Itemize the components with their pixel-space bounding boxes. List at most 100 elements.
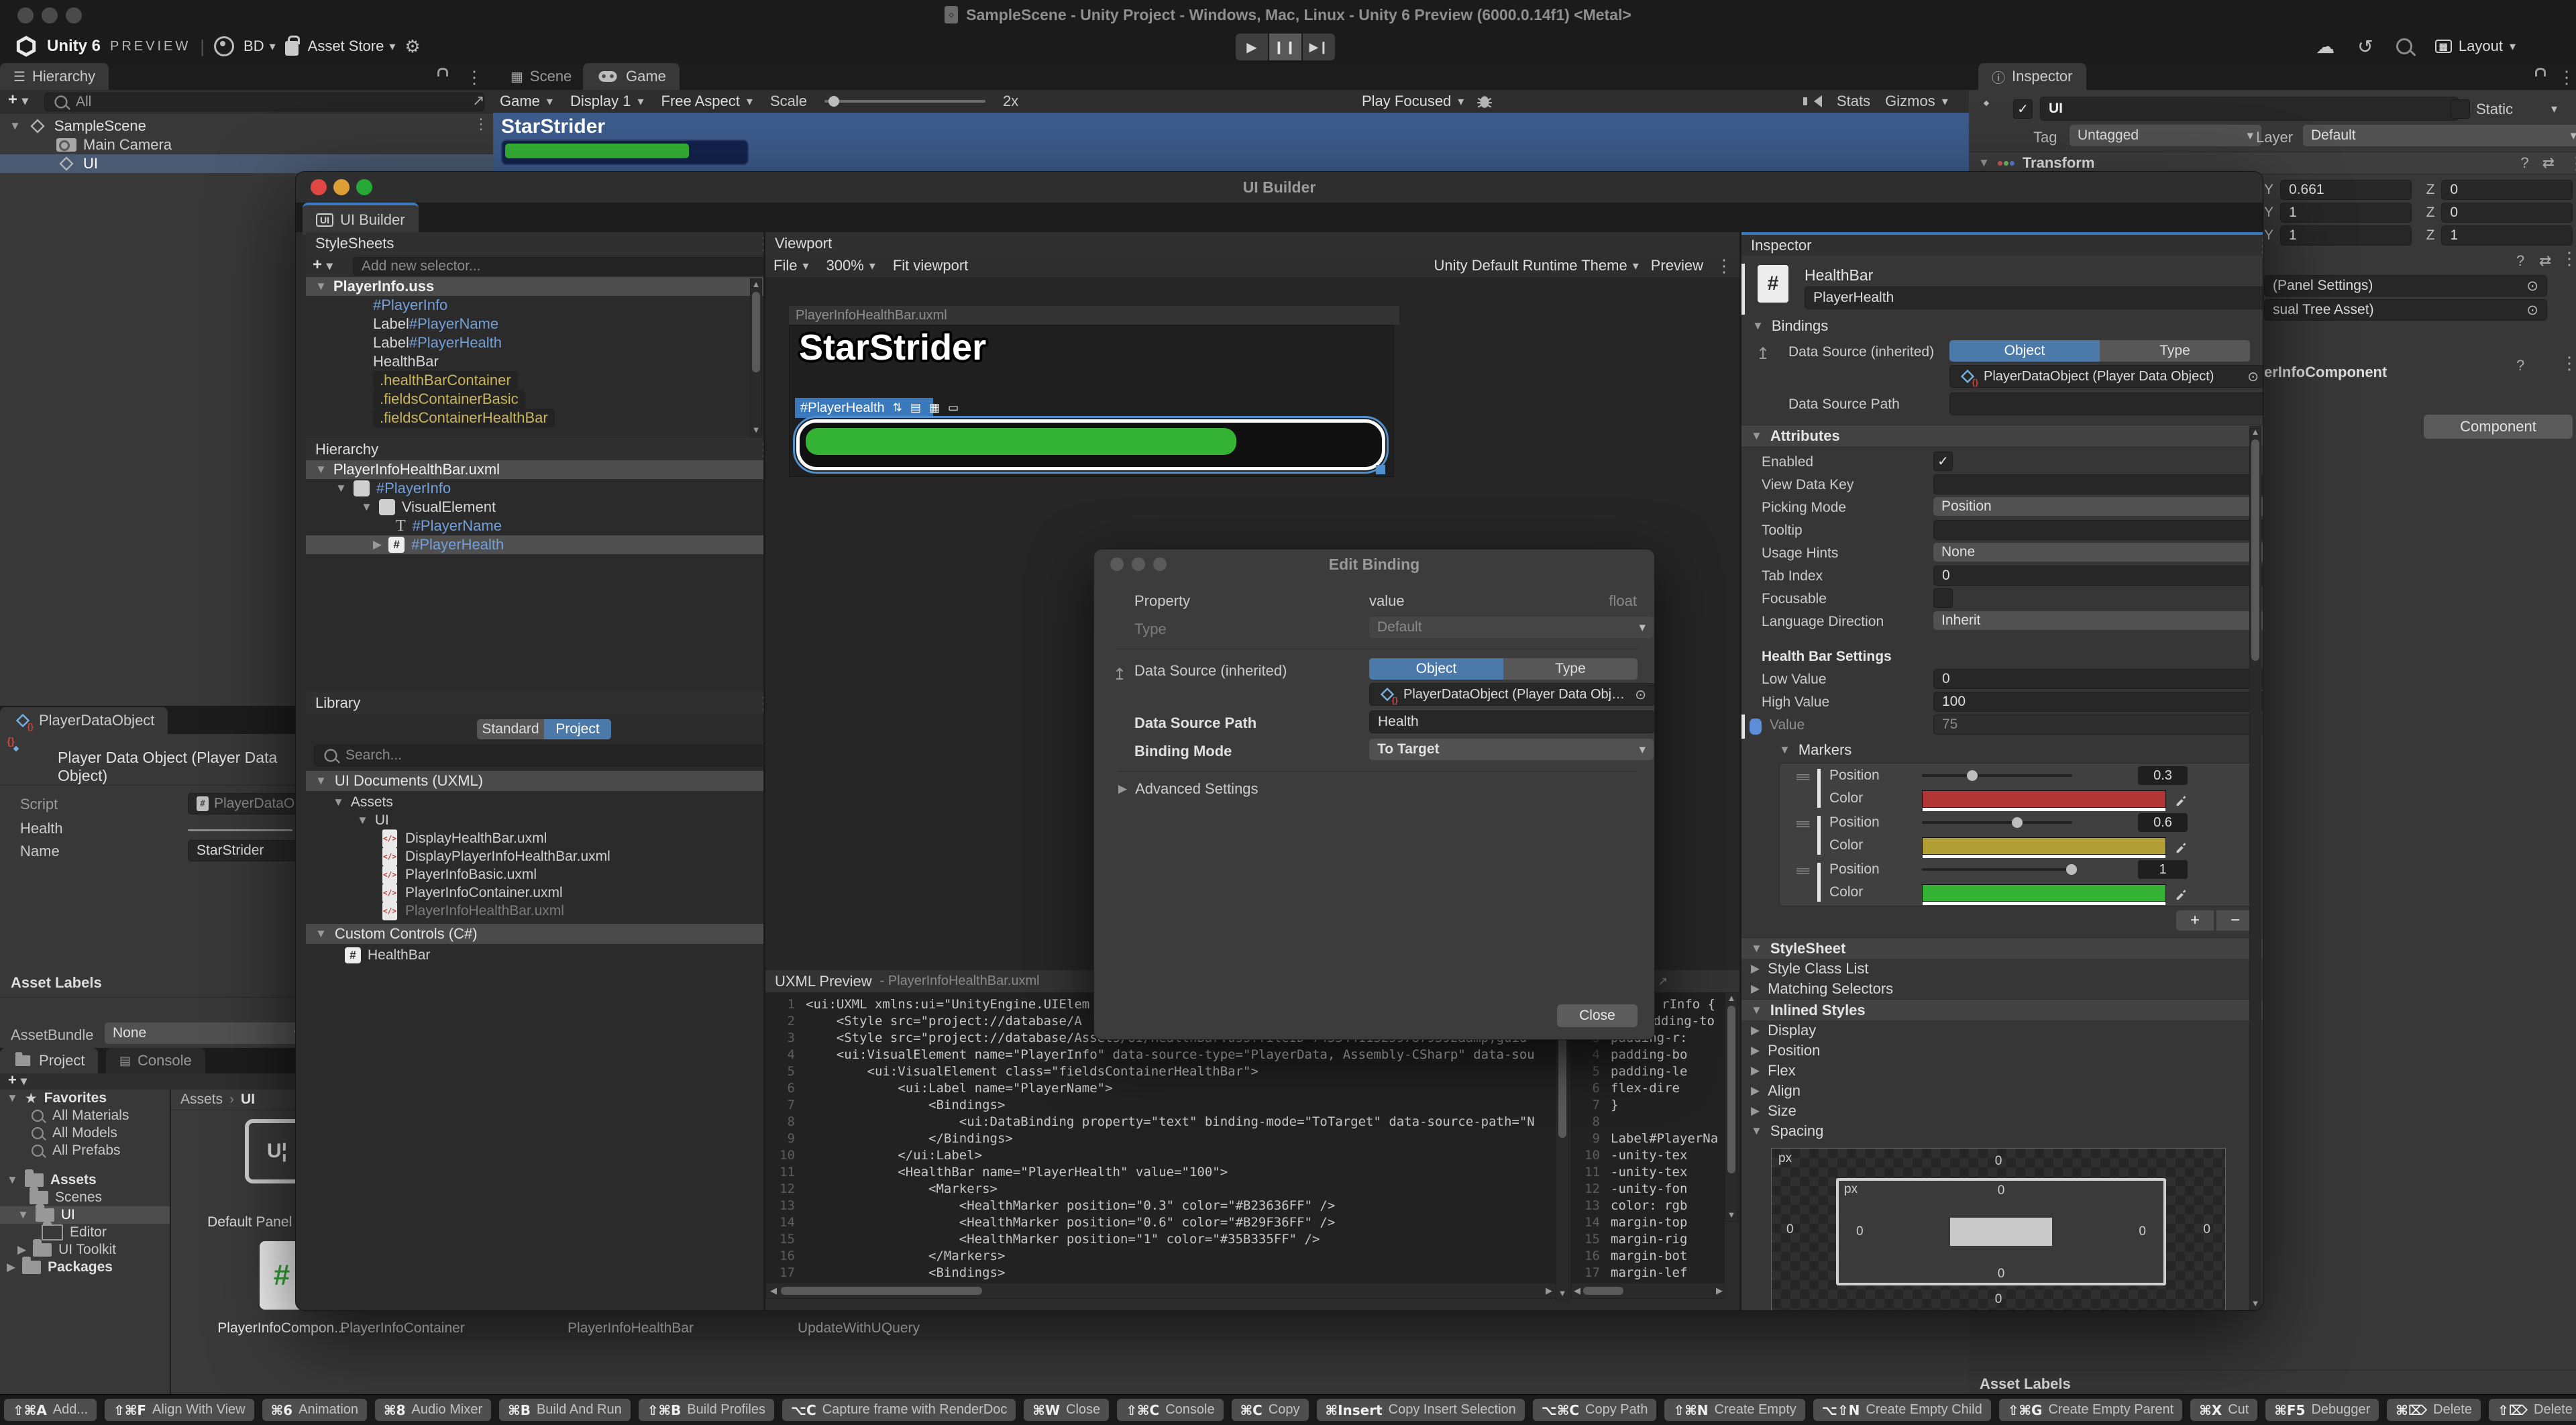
spacing-box-content[interactable] (1950, 1218, 2052, 1246)
advanced-settings-foldout[interactable]: ▶Advanced Settings (1118, 780, 1258, 798)
account-menu[interactable]: BD▾ (244, 38, 276, 55)
open-file-icon[interactable]: ↗ (1658, 975, 1668, 988)
add-component-button[interactable]: Component (2424, 415, 2573, 439)
spacing-box-margin[interactable]: px 0 0 0 0 px 0 0 0 0 (1771, 1148, 2226, 1311)
gameobject-name-field[interactable]: UI (2040, 97, 2459, 121)
static-dropdown-icon[interactable]: ▾ (2551, 102, 2557, 116)
value-field[interactable]: 75 (1933, 715, 2263, 735)
active-checkbox[interactable]: ✓ (2013, 99, 2033, 119)
style-class-list-section[interactable]: ▶Style Class List (1741, 959, 2263, 980)
playerhealth-row[interactable]: ▶# #PlayerHealth (306, 535, 763, 554)
uss-selector-row[interactable]: Label#PlayerName (306, 315, 763, 333)
uib-inspector-scrollbar[interactable]: ▲ ▼ (2249, 426, 2261, 1310)
transform-value-field[interactable]: 0 (2441, 180, 2573, 200)
remove-marker-button[interactable]: − (2216, 910, 2254, 931)
size-section[interactable]: ▶Size (1741, 1101, 2263, 1122)
cloud-icon[interactable]: ☁ (2316, 36, 2334, 58)
display-section[interactable]: ▶Display (1741, 1020, 2263, 1041)
eyedropper-icon[interactable] (2174, 886, 2189, 900)
main-camera-row[interactable]: Main Camera (0, 136, 549, 154)
panel-settings-field[interactable]: (Panel Settings)⊙ (2264, 275, 2547, 297)
data-source-path-field[interactable]: Health (1369, 710, 1655, 733)
library-file-row[interactable]: </> PlayerInfoBasic.uxml (306, 865, 763, 884)
layer-dropdown[interactable]: Default (2303, 125, 2576, 146)
add-selector-input[interactable]: Add new selector... (353, 257, 766, 276)
static-checkbox[interactable] (2451, 99, 2470, 119)
shortcut-chip[interactable]: ⌘WClose (1024, 1399, 1109, 1421)
shortcut-chip[interactable]: ⌘6Animation (262, 1399, 367, 1421)
favorite-search-item[interactable]: All Models (0, 1124, 170, 1142)
low-value-field[interactable]: 0 (1933, 669, 2263, 689)
color-swatch[interactable] (1922, 884, 2166, 902)
selection-chip[interactable]: #PlayerHealth ⇅ ▤ ▦ ▭ (795, 398, 933, 418)
uss-selector-row[interactable]: Label#PlayerHealth (306, 333, 763, 352)
position-value[interactable]: 1 (2138, 860, 2188, 879)
shortcut-chip[interactable]: ⌘XCut (2190, 1399, 2257, 1421)
uss-selector-row[interactable]: HealthBar (306, 352, 763, 371)
preset-icon[interactable]: ⇄ (2539, 252, 2551, 270)
custom-controls-header[interactable]: ▼Custom Controls (C#) (306, 923, 782, 945)
bindings-foldout[interactable]: ▼Bindings (1752, 317, 1828, 335)
uss-selector-row[interactable]: .fieldsContainerBasic (306, 390, 763, 409)
library-assets-row[interactable]: ▼Assets (306, 793, 393, 811)
scene-row[interactable]: ▼ SampleScene ⋮ (0, 117, 502, 136)
tab-playerdataobject[interactable]: PlayerDataObject (0, 707, 168, 734)
tooltip-field[interactable] (1933, 520, 2263, 540)
tab-inspector[interactable]: ⓘInspector (1978, 63, 2086, 90)
tab-console[interactable]: ▤Console (106, 1048, 205, 1073)
shortcut-chip[interactable]: ⌥⌘CCopy Path (1533, 1399, 1657, 1421)
uib-inspector-menu-icon[interactable]: ⋮ (2255, 237, 2263, 254)
scale-slider[interactable] (824, 100, 985, 103)
asset-store-menu[interactable]: Asset Store▾ (308, 38, 396, 55)
visualelement-row[interactable]: ▼ VisualElement (306, 498, 763, 517)
ui-folder-item[interactable]: ▼UI (0, 1206, 170, 1224)
library-file-row[interactable]: </> PlayerInfoContainer.uxml (306, 884, 763, 902)
create-asset-button[interactable]: + ▾ (8, 1071, 27, 1089)
data-source-object-tab[interactable]: Object (1369, 658, 1503, 680)
uss-selector-row[interactable]: .healthBarContainer (306, 371, 763, 390)
position-slider[interactable] (1922, 774, 2072, 777)
uss-hscrollbar[interactable]: ◀ ▶ (1570, 1283, 1725, 1299)
position-value[interactable]: 0.3 (2138, 766, 2188, 785)
uxml-hscrollbar[interactable]: ◀ ▶ (765, 1283, 1556, 1299)
eyedropper-icon[interactable] (2174, 839, 2189, 853)
eyedropper-icon[interactable] (2174, 792, 2189, 806)
step-button[interactable]: ▶❙ (1303, 34, 1335, 60)
focusable-checkbox[interactable] (1933, 588, 1953, 608)
playerinfo-row[interactable]: ▼ #PlayerInfo (306, 479, 763, 498)
packages-item[interactable]: ▶Packages (0, 1259, 170, 1276)
audio-mute-icon[interactable] (1808, 95, 1822, 107)
file-dropdown[interactable]: File▾ (773, 257, 809, 274)
transform-value-field[interactable]: 0.661 (2280, 180, 2412, 200)
add-selector-button[interactable]: + ▾ (313, 256, 333, 274)
enabled-checkbox[interactable]: ✓ (1933, 452, 1953, 471)
uxml-root-row[interactable]: ▼PlayerInfoHealthBar.uxml (306, 460, 763, 479)
data-source-type-tab[interactable]: Type (2100, 340, 2250, 362)
assets-item[interactable]: ▼Assets (0, 1171, 170, 1189)
tab-ui-builder[interactable]: UIUI Builder (303, 203, 419, 235)
script-field[interactable]: #PlayerDataObj (188, 793, 310, 814)
favorites-item[interactable]: ▼★ Favorites (0, 1090, 170, 1107)
add-marker-button[interactable]: + (2176, 910, 2214, 931)
object-picker-icon[interactable]: ⊙ (2526, 278, 2538, 295)
flex-section[interactable]: ▶Flex (1741, 1061, 2263, 1081)
shortcut-chip[interactable]: ⇧⌘FAlign With View (105, 1399, 254, 1421)
breadcrumb[interactable]: Assets › UI (180, 1090, 255, 1110)
viewport-menu-icon[interactable]: ⋮ (1715, 257, 1733, 274)
element-name-field[interactable]: PlayerHealth (1805, 286, 2263, 309)
tab-scene[interactable]: ▦Scene (497, 63, 585, 90)
library-ui-row[interactable]: ▼UI (306, 811, 389, 829)
play-focused-dropdown[interactable]: Play Focused▾ (1362, 93, 1464, 110)
transform-value-field[interactable]: 1 (2280, 225, 2412, 246)
help-icon[interactable]: ? (2520, 154, 2528, 172)
transform-value-field[interactable]: 0 (2441, 203, 2573, 223)
color-swatch[interactable] (1922, 837, 2166, 855)
position-value[interactable]: 0.6 (2138, 813, 2188, 832)
source-asset-field[interactable]: sual Tree Asset)⊙ (2264, 299, 2547, 321)
hierarchy-search-input[interactable]: All (44, 93, 484, 111)
shortcut-chip[interactable]: ⌘F5Debugger (2265, 1399, 2379, 1421)
hierarchy-menu-icon[interactable]: ⋮ (466, 68, 483, 86)
library-file-row[interactable]: </> PlayerInfoHealthBar.uxml (306, 902, 763, 920)
shortcut-chip[interactable]: ⌥CCapture frame with RenderDoc (782, 1399, 1016, 1421)
name-field[interactable]: StarStrider (188, 840, 310, 861)
